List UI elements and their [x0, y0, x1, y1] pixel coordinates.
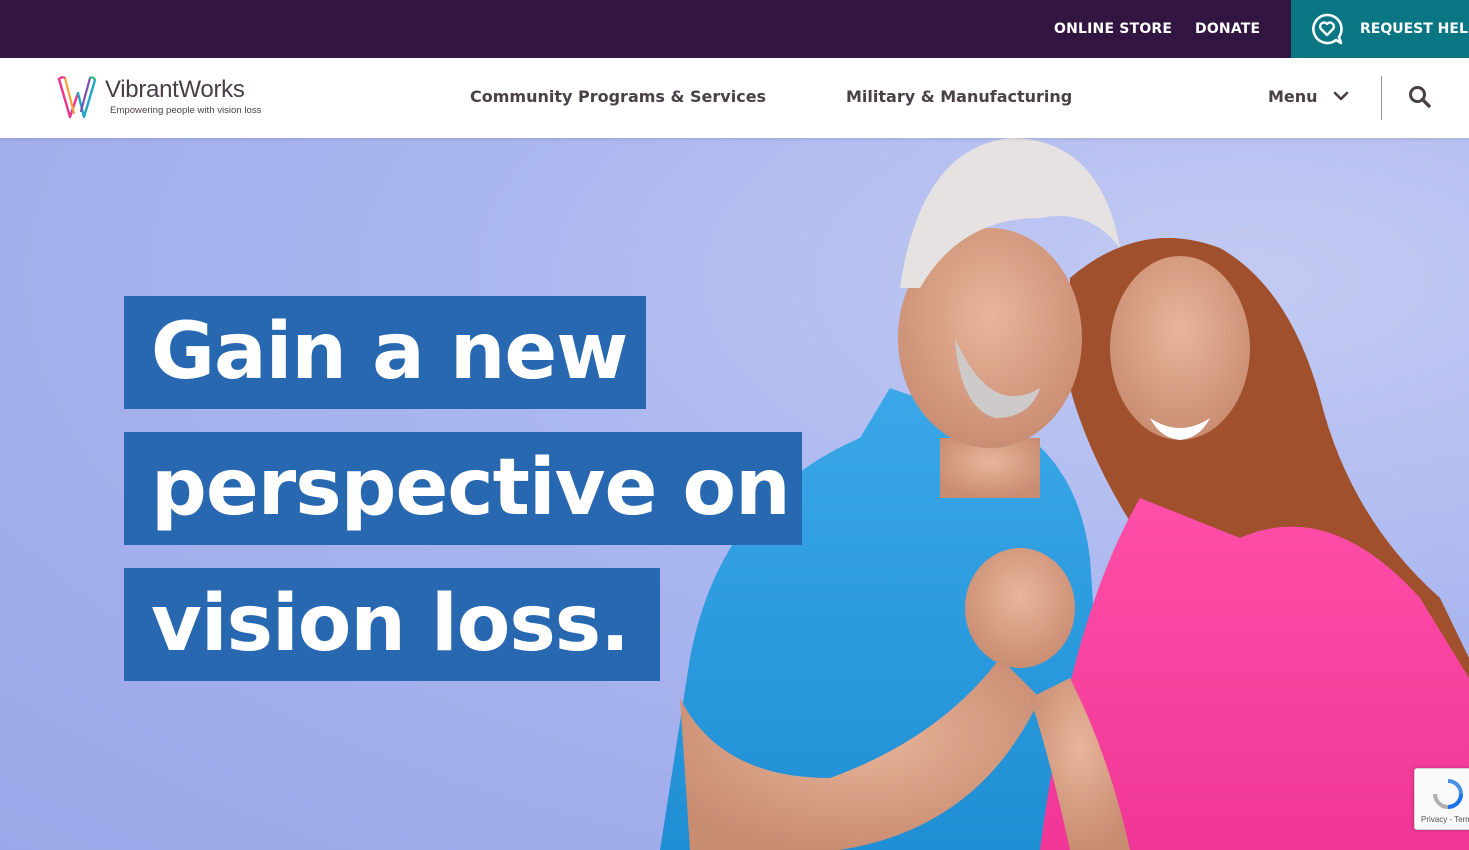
logo-name-works: Works — [178, 76, 245, 103]
nav-community-programs[interactable]: Community Programs & Services — [470, 58, 766, 138]
request-help-label: REQUEST HELP — [1360, 21, 1469, 37]
recaptcha-text: Privacy - Terms — [1421, 815, 1469, 824]
header-divider — [1381, 76, 1382, 120]
logo-tagline: Empowering people with vision loss — [110, 105, 262, 116]
chevron-down-icon — [1333, 91, 1349, 101]
nav-military-manufacturing[interactable]: Military & Manufacturing — [846, 58, 1072, 138]
search-button[interactable] — [1407, 84, 1433, 110]
menu-button[interactable]: Menu — [1268, 58, 1349, 138]
logo-name-vibrant: Vibrant — [105, 76, 179, 103]
donate-link[interactable]: DONATE — [1195, 0, 1260, 58]
hero-headline-line-3: vision loss. — [124, 568, 660, 681]
vibrant-works-logo[interactable]: VibrantWorks Empowering people with visi… — [56, 75, 286, 123]
menu-label: Menu — [1268, 87, 1318, 106]
main-header: VibrantWorks Empowering people with visi… — [0, 58, 1469, 138]
recaptcha-icon — [1433, 779, 1463, 809]
request-help-button[interactable]: REQUEST HELP — [1291, 0, 1469, 58]
hero-banner: Gain a new perspective on vision loss. — [0, 138, 1469, 850]
hero-headline-line-1: Gain a new — [124, 296, 646, 409]
heart-chat-icon — [1312, 13, 1343, 45]
online-store-link[interactable]: ONLINE STORE — [1054, 0, 1172, 58]
recaptcha-badge[interactable]: Privacy - Terms — [1414, 768, 1469, 830]
search-icon — [1409, 86, 1431, 108]
logo-mark-icon — [57, 76, 97, 119]
hero-headline-line-2: perspective on — [124, 432, 802, 545]
utility-bar: ONLINE STORE DONATE REQUEST HELP — [0, 0, 1469, 58]
logo-wordmark: VibrantWorks — [105, 76, 245, 104]
